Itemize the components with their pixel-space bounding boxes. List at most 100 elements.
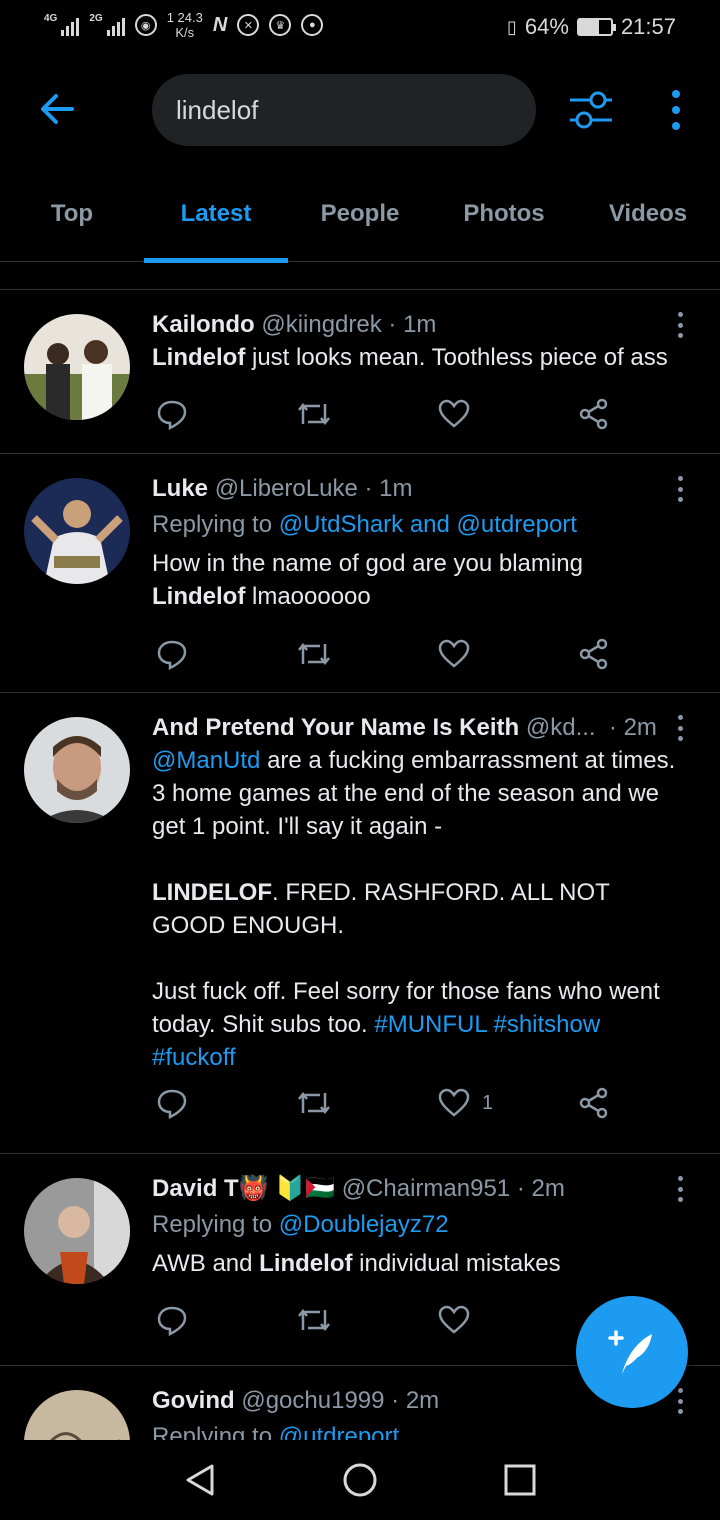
tweet-more-icon[interactable]: [678, 715, 684, 741]
tweet-feed[interactable]: Kailondo @kiingdrek · 1m Lindelof just l…: [0, 262, 720, 1440]
retweet-icon[interactable]: [296, 1085, 332, 1121]
display-name[interactable]: And Pretend Your Name Is Keith: [152, 711, 519, 744]
tweet-text: Lindelof just looks mean. Toothless piec…: [152, 344, 668, 371]
battery-icon: [576, 18, 616, 36]
tweet-more-icon[interactable]: [678, 476, 684, 502]
nav-back-icon[interactable]: [182, 1462, 218, 1498]
timestamp: · 2m: [391, 1387, 440, 1414]
display-name[interactable]: Kailondo: [152, 311, 255, 338]
timestamp: · 2m: [516, 1175, 565, 1202]
nfc-icon: N: [212, 13, 228, 36]
retweet-icon[interactable]: [296, 1302, 332, 1338]
like-icon: [438, 1088, 470, 1117]
network-type-label: 4G: [44, 13, 58, 24]
hashtag-link[interactable]: #shitshow: [493, 1011, 600, 1038]
tweet[interactable]: Kailondo @kiingdrek · 1m Lindelof just l…: [0, 290, 720, 454]
tweet-more-icon[interactable]: [678, 1176, 684, 1202]
retweet-icon[interactable]: [296, 636, 332, 672]
like-icon[interactable]: [438, 396, 470, 432]
status-bar: 4G 2G ◉ 1 24.3 K/s N ✕ ♛ ● ▯ 64% 21:57: [0, 0, 720, 56]
search-tabs: Top Latest People Photos Videos: [0, 180, 720, 263]
hashtag-link[interactable]: #MUNFUL: [374, 1011, 486, 1038]
avatar[interactable]: [24, 1178, 130, 1284]
reply-icon[interactable]: [156, 1085, 188, 1121]
football-icon: ●: [301, 14, 324, 36]
tweet-header: Luke @LiberoLuke · 1m: [152, 472, 688, 505]
tab-videos[interactable]: Videos: [576, 180, 720, 262]
avatar[interactable]: [24, 478, 130, 584]
reply-mention-link[interactable]: @UtdShark and @utdreport: [279, 511, 577, 538]
tweet-more-icon[interactable]: [678, 312, 684, 338]
like-icon[interactable]: [438, 1302, 470, 1338]
tab-top[interactable]: Top: [0, 180, 144, 262]
tab-photos[interactable]: Photos: [432, 180, 576, 262]
hashtag-link[interactable]: #fuckoff: [152, 1044, 236, 1071]
tweet[interactable]: Luke @LiberoLuke · 1m Replying to @UtdSh…: [0, 454, 720, 693]
tweet[interactable]: And Pretend Your Name Is Keith @kd... · …: [0, 693, 720, 1154]
mention-link[interactable]: @ManUtd: [152, 747, 260, 774]
reply-context: Replying to @Doublejayz72: [152, 1211, 449, 1238]
like-button[interactable]: 1: [438, 1085, 493, 1121]
reply-icon[interactable]: [156, 636, 188, 672]
handle[interactable]: @gochu1999: [241, 1387, 384, 1414]
search-input[interactable]: lindelof: [152, 74, 536, 146]
network-speed: 1 24.3 K/s: [166, 10, 203, 40]
avatar[interactable]: [24, 717, 130, 823]
previous-tweet-remnant: [0, 262, 720, 290]
tweet-header: David T👹 🔰🇵🇸 @Chairman951 · 2m: [152, 1172, 688, 1205]
compose-tweet-button[interactable]: [576, 1296, 688, 1408]
reply-mention-link[interactable]: @utdreport: [279, 1423, 399, 1440]
handle[interactable]: @kiingdrek: [261, 311, 381, 338]
like-count: 1: [482, 1091, 494, 1114]
notification-x-icon: ✕: [237, 14, 260, 36]
club-crest-icon: ♛: [269, 14, 292, 36]
tweet-header: And Pretend Your Name Is Keith @kd... · …: [152, 711, 688, 744]
timestamp: · 1m: [364, 475, 413, 502]
display-name[interactable]: Govind: [152, 1387, 235, 1414]
tweet-actions: [152, 1302, 622, 1342]
reply-context: Replying to @utdreport: [152, 1420, 688, 1440]
system-nav-bar: [0, 1440, 720, 1520]
avatar[interactable]: [24, 314, 130, 420]
handle[interactable]: @LiberoLuke: [215, 475, 358, 502]
timestamp: · 2m: [608, 714, 657, 741]
battery-percent: 64%: [524, 14, 569, 39]
tweet-actions: [152, 636, 622, 676]
nav-recents-icon[interactable]: [502, 1462, 538, 1498]
reply-icon[interactable]: [156, 1302, 188, 1338]
network-type-label-2: 2G: [89, 13, 103, 24]
clock: 21:57: [620, 14, 676, 39]
tweet-header: Kailondo @kiingdrek · 1m: [152, 308, 688, 341]
nav-home-icon[interactable]: [342, 1462, 378, 1498]
tweet-actions: 1: [152, 1085, 622, 1125]
avatar[interactable]: [24, 1390, 130, 1440]
tweet-text: How in the name of god are you blaming Li…: [152, 550, 583, 610]
signal-4g-icon: 4G: [44, 13, 80, 36]
reply-icon[interactable]: [156, 396, 188, 432]
signal-2g-icon: 2G: [89, 13, 125, 36]
back-arrow-icon[interactable]: [36, 88, 78, 130]
display-name[interactable]: David T: [152, 1175, 239, 1202]
reply-mention-link[interactable]: @Doublejayz72: [279, 1211, 449, 1238]
tweet-actions: [152, 396, 622, 436]
like-icon[interactable]: [438, 636, 470, 672]
tweet-text: AWB and Lindelof individual mistakes: [152, 1250, 561, 1277]
retweet-icon[interactable]: [296, 396, 332, 432]
share-icon[interactable]: [578, 1085, 610, 1121]
share-icon[interactable]: [578, 636, 610, 672]
search-query: lindelof: [176, 94, 259, 125]
tab-people[interactable]: People: [288, 180, 432, 262]
reply-context: Replying to @UtdShark and @utdreport: [152, 511, 577, 538]
overflow-menu-icon[interactable]: [664, 90, 688, 130]
filter-settings-icon[interactable]: [566, 88, 616, 132]
handle[interactable]: @Chairman951: [342, 1175, 510, 1202]
vibrate-icon: ▯: [506, 16, 517, 37]
tweet-text: @ManUtd are a fucking embarrassment at t…: [152, 747, 676, 1071]
tab-latest[interactable]: Latest: [144, 180, 288, 263]
share-icon[interactable]: [578, 396, 610, 432]
display-name[interactable]: Luke: [152, 475, 208, 502]
handle[interactable]: @kd...: [526, 711, 596, 744]
tweet-more-icon[interactable]: [678, 1388, 684, 1414]
timestamp: · 1m: [388, 311, 437, 338]
name-emoji: 👹 🔰🇵🇸: [238, 1175, 336, 1202]
